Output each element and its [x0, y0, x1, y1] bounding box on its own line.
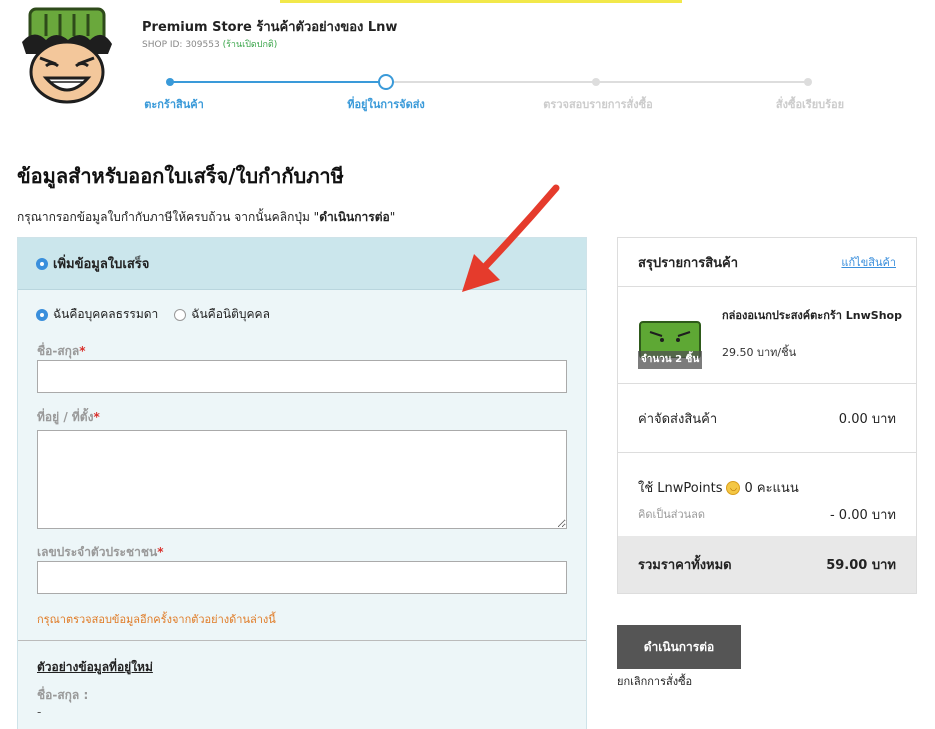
progress-track-done [170, 81, 386, 83]
required-mark: * [157, 545, 164, 559]
instruction-text: กรุณากรอกข้อมูลใบกำกับภาษีให้ครบถ้วน จาก… [17, 208, 395, 227]
discount-label: คิดเป็นส่วนลด [638, 508, 706, 521]
example-title: ตัวอย่างข้อมูลที่อยู่ใหม่ [37, 660, 153, 674]
store-logo-mascot[interactable] [16, 6, 118, 106]
juristic-radio[interactable] [174, 308, 187, 321]
individual-radio[interactable] [36, 308, 48, 321]
add-invoice-title: เพิ่มข้อมูลใบเสร็จ [53, 257, 150, 272]
order-summary: สรุปรายการสินค้า แก้ไขสินค้า จำนวน 2 ชิ้… [617, 237, 917, 594]
annotation-arrow-icon [462, 184, 560, 292]
id-label-text: เลขประจำตัวประชาชน [37, 545, 158, 559]
add-invoice-radio[interactable] [36, 257, 48, 270]
step-dot-review [592, 78, 600, 86]
step-review: ตรวจสอบรายการสั่งซื้อ [543, 98, 653, 111]
shop-id-label: SHOP ID: 309553 [142, 40, 220, 50]
id-label: เลขประจำตัวประชาชน* [37, 543, 164, 562]
total-value: 59.00 บาท [826, 558, 896, 573]
step-address: ที่อยู่ในการจัดส่ง [347, 98, 425, 111]
summary-title: สรุปรายการสินค้า [638, 255, 739, 271]
step-dot-address [378, 74, 394, 90]
required-mark: * [79, 344, 86, 358]
discount-value: - 0.00 บาท [829, 508, 896, 523]
address-label-text: ที่อยู่ / ที่ตั้ง [37, 410, 94, 424]
full-name-input[interactable] [37, 360, 567, 393]
address-label: ที่อยู่ / ที่ตั้ง* [37, 408, 100, 427]
required-mark: * [93, 410, 100, 424]
points-line: ใช้ LnwPoints ◡ 0 คะแนน [638, 477, 799, 498]
points-prefix: ใช้ LnwPoints [638, 481, 723, 496]
name-label-text: ชื่อ-สกุล [37, 344, 80, 358]
checkout-progress: ตะกร้าสินค้า ที่อยู่ในการจัดส่ง ตรวจสอบร… [144, 73, 844, 113]
shipping-row: ค่าจัดส่งสินค้า 0.00 บาท [618, 384, 916, 453]
points-value: 0 คะแนน [744, 481, 799, 496]
form-divider [18, 640, 586, 641]
invoice-form-panel: เพิ่มข้อมูลใบเสร็จ ฉันคือบุคคลธรรมดา ฉัน… [17, 237, 587, 729]
citizen-id-input[interactable] [37, 561, 567, 594]
shipping-value: 0.00 บาท [838, 411, 896, 427]
points-row: ใช้ LnwPoints ◡ 0 คะแนน คิดเป็นส่วนลด - … [618, 453, 916, 540]
individual-label: ฉันคือบุคคลธรรมดา [53, 307, 159, 321]
entity-type-group: ฉันคือบุคคลธรรมดา ฉันคือนิติบุคคล [36, 305, 270, 324]
step-dot-cart [166, 78, 174, 86]
option-juristic[interactable]: ฉันคือนิติบุคคล [174, 305, 270, 324]
cancel-order-link[interactable]: ยกเลิกการสั่งซื้อ [617, 672, 692, 690]
edit-products-link[interactable]: แก้ไขสินค้า [841, 253, 896, 271]
step-cart[interactable]: ตะกร้าสินค้า [144, 95, 204, 113]
store-name[interactable]: Premium Store ร้านค้าตัวอย่างของ Lnw [142, 16, 397, 37]
instruction-prefix: กรุณากรอกข้อมูลใบกำกับภาษีให้ครบถ้วน จาก… [17, 210, 320, 224]
step-complete: สั่งซื้อเรียบร้อย [775, 98, 845, 111]
instruction-bold: ดำเนินการต่อ [319, 210, 390, 224]
page-title: ข้อมูลสำหรับออกใบเสร็จ/ใบกำกับภาษี [17, 164, 344, 188]
continue-button[interactable]: ดำเนินการต่อ [617, 625, 741, 669]
shop-status: (ร้านเปิดปกติ) [222, 40, 278, 50]
shop-id: SHOP ID: 309553 (ร้านเปิดปกติ) [142, 37, 277, 51]
example-name-label: ชื่อ-สกุล : [37, 688, 89, 702]
address-textarea[interactable] [37, 430, 567, 529]
total-label: รวมราคาทั้งหมด [638, 558, 732, 573]
option-individual[interactable]: ฉันคือบุคคลธรรมดา [36, 305, 158, 324]
verify-hint: กรุณาตรวจสอบข้อมูลอีกครั้งจากตัวอย่างด้า… [37, 613, 276, 626]
total-row: รวมราคาทั้งหมด 59.00 บาท [618, 536, 916, 593]
instruction-suffix: " [389, 210, 396, 224]
product-price: 29.50 บาท/ชิ้น [722, 346, 797, 359]
product-item: จำนวน 2 ชิ้น กล่องอเนกประสงค์ตะกร้า LnwS… [618, 287, 916, 384]
coin-icon: ◡ [726, 480, 741, 495]
shipping-label: ค่าจัดส่งสินค้า [638, 411, 718, 427]
product-name[interactable]: กล่องอเนกประสงค์ตะกร้า LnwShop [722, 309, 902, 323]
name-label: ชื่อ-สกุล* [37, 342, 86, 361]
product-qty-badge: จำนวน 2 ชิ้น [638, 351, 702, 369]
top-accent-bar [280, 0, 682, 3]
juristic-label: ฉันคือนิติบุคคล [191, 307, 270, 321]
step-dot-complete [804, 78, 812, 86]
example-name-value: - [37, 705, 42, 719]
summary-header: สรุปรายการสินค้า แก้ไขสินค้า [618, 238, 916, 287]
